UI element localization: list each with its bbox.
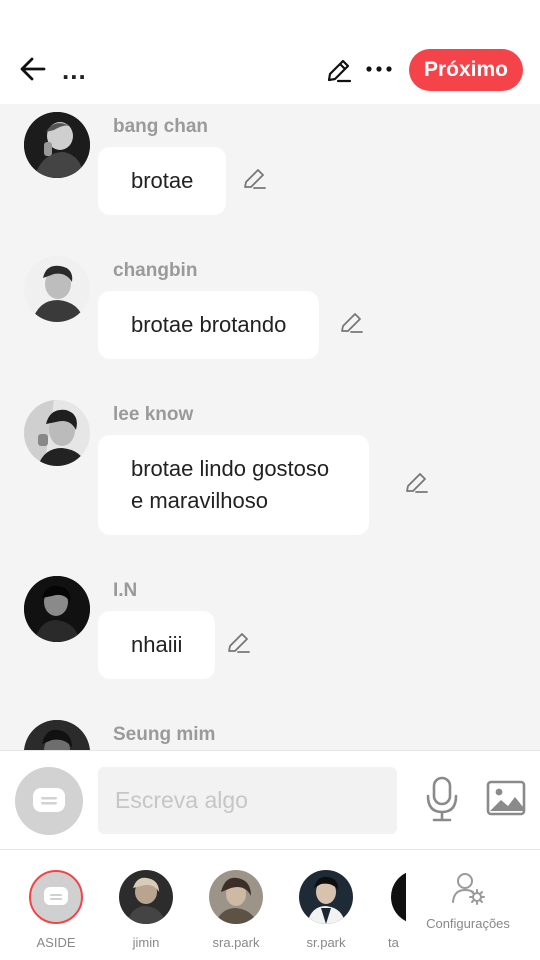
message-bubble[interactable]: brotae lindo gostoso e maravilhoso xyxy=(98,435,370,535)
channel-avatar xyxy=(209,870,263,924)
character-selector-button[interactable] xyxy=(15,767,83,835)
channel-partial[interactable]: ta xyxy=(376,870,406,950)
sender-name: changbin xyxy=(113,260,198,281)
avatar-photo xyxy=(24,256,90,322)
avatar[interactable] xyxy=(24,576,90,642)
image-icon[interactable] xyxy=(486,780,526,816)
edit-button[interactable] xyxy=(320,52,358,88)
edit-message-icon[interactable] xyxy=(339,309,365,335)
next-button[interactable]: Próximo xyxy=(409,49,523,91)
pencil-icon xyxy=(327,59,352,83)
channel-label: sra.park xyxy=(212,935,260,950)
channel-avatar xyxy=(29,870,83,924)
message-text: nhaiii xyxy=(131,632,183,657)
channel-bar: ASIDE jimin sra.park sr.park ta Configur… xyxy=(0,850,540,960)
avatar[interactable] xyxy=(24,400,90,466)
edit-message-icon[interactable] xyxy=(242,165,268,191)
chat-area[interactable]: bang chan brotae changbin brotae brotand… xyxy=(0,104,540,750)
chat-title: ... xyxy=(62,55,87,85)
avatar[interactable] xyxy=(24,256,90,322)
arrow-left-icon xyxy=(20,57,46,81)
channel-avatar xyxy=(299,870,353,924)
channel-jimin[interactable]: jimin xyxy=(106,870,186,950)
channel-avatar xyxy=(391,870,406,924)
message-bubble[interactable]: brotae xyxy=(98,147,227,215)
avatar-photo xyxy=(24,112,90,178)
channel-sra-park[interactable]: sra.park xyxy=(196,870,276,950)
channel-label: ASIDE xyxy=(36,935,76,950)
avatar-photo xyxy=(24,400,90,466)
back-button[interactable] xyxy=(14,50,52,88)
edit-message-icon[interactable] xyxy=(226,629,252,655)
message-text: brotae xyxy=(131,168,194,193)
message-text: brotae lindo gostoso xyxy=(131,456,330,481)
avatar[interactable] xyxy=(24,112,90,178)
channel-avatar xyxy=(119,870,173,924)
user-settings-icon xyxy=(452,873,485,905)
message-text: brotae brotando xyxy=(131,312,287,337)
avatar[interactable] xyxy=(24,720,90,750)
top-bar: ... Próximo xyxy=(0,0,540,104)
microphone-icon[interactable] xyxy=(424,776,460,822)
channel-sr-park[interactable]: sr.park xyxy=(286,870,366,950)
settings-label: Configurações xyxy=(426,916,510,931)
message-text: e maravilhoso xyxy=(131,488,268,513)
sender-name: bang chan xyxy=(113,116,209,137)
more-options-button[interactable] xyxy=(362,52,396,86)
channel-label: sr.park xyxy=(306,935,346,950)
channel-label: jimin xyxy=(132,935,160,950)
avatar-photo xyxy=(24,720,90,750)
chat-bubble-icon xyxy=(33,788,65,812)
sender-name: lee know xyxy=(113,404,194,425)
chat-bubble-icon xyxy=(44,887,68,905)
avatar-photo xyxy=(24,576,90,642)
message-input[interactable] xyxy=(98,767,397,834)
channel-label: ta xyxy=(388,935,399,950)
more-dots-icon xyxy=(366,66,392,72)
sender-name: Seung mim xyxy=(113,724,216,745)
message-bubble[interactable]: brotae brotando xyxy=(98,291,320,359)
edit-message-icon[interactable] xyxy=(404,469,430,495)
channel-aside[interactable]: ASIDE xyxy=(16,870,96,950)
settings-button[interactable]: Configurações xyxy=(418,870,518,931)
sender-name: I.N xyxy=(113,580,138,601)
message-bubble[interactable]: nhaiii xyxy=(98,611,216,679)
